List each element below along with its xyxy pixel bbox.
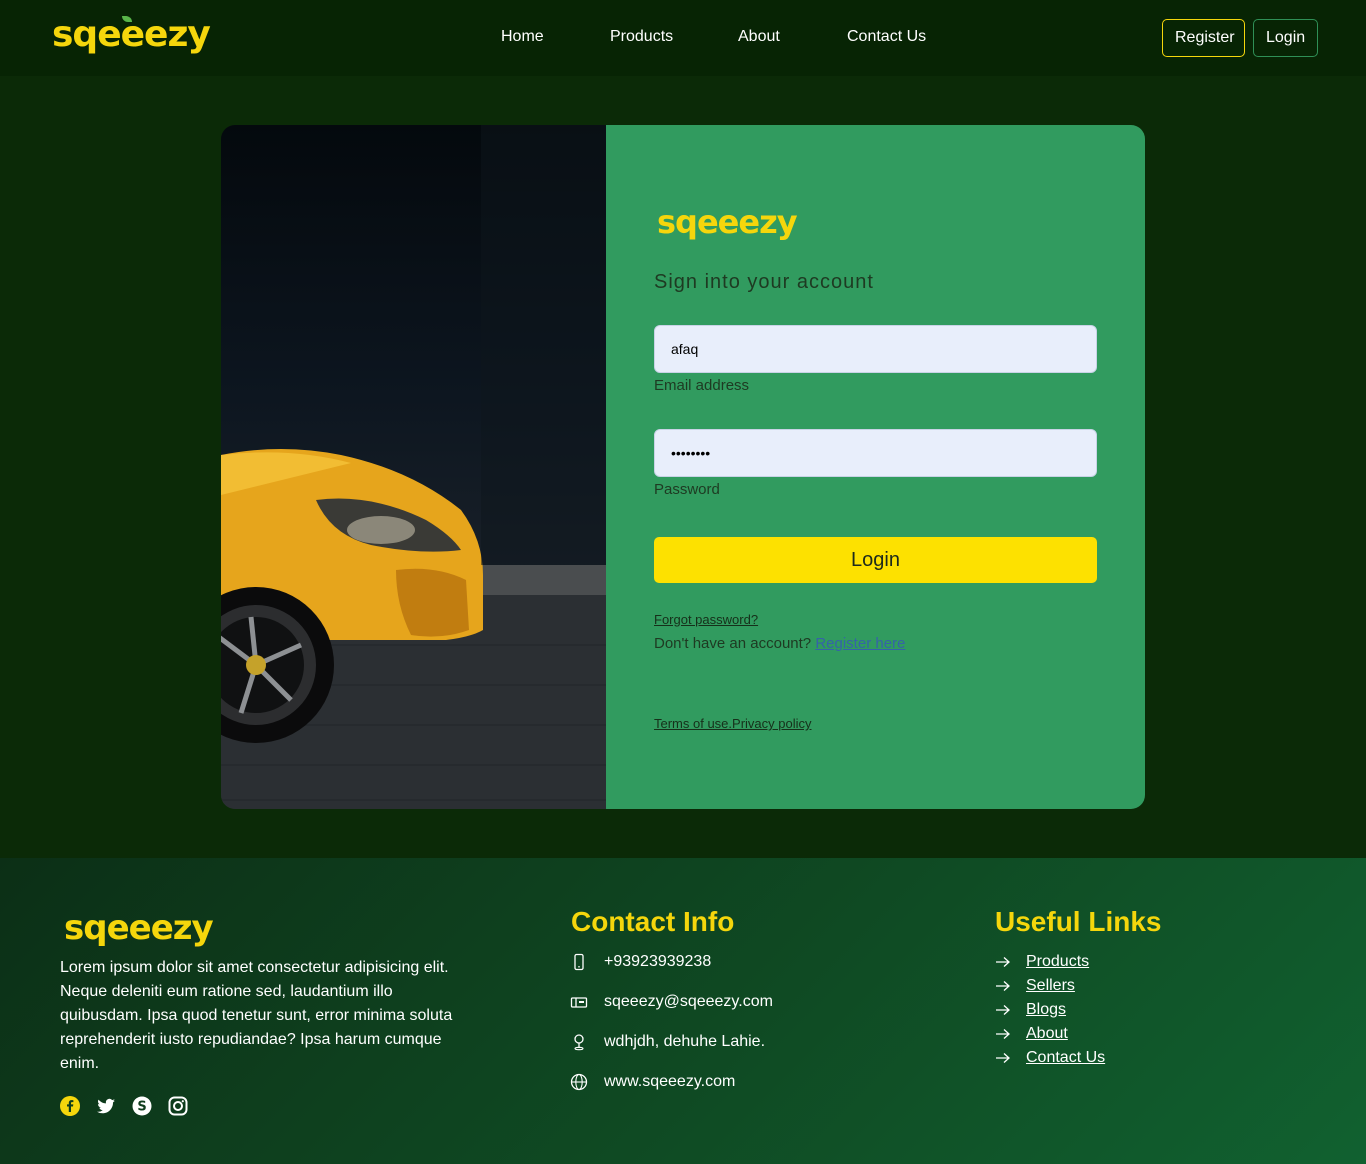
forgot-password-link[interactable]: Forgot password? (654, 612, 758, 627)
footer-link-sellers[interactable]: Sellers (995, 976, 1075, 996)
car-illustration (221, 125, 606, 809)
contact-email: sqeeezy@sqeeezy.com (570, 992, 773, 1012)
phone-icon (574, 953, 584, 971)
register-here-link[interactable]: Register here (815, 635, 905, 652)
footer-link-blogs[interactable]: Blogs (995, 1000, 1066, 1020)
contact-address-text: wdhjdh, dehuhe Lahie. (604, 1033, 766, 1050)
globe-icon (570, 1073, 588, 1091)
skype-icon[interactable]: S (132, 1096, 152, 1116)
login-card: sqeeezy Sign into your account Email add… (221, 125, 1145, 809)
contact-website-text: www.sqeeezy.com (604, 1073, 736, 1090)
form-logo: sqeeezy (657, 203, 798, 241)
footer-link-about[interactable]: About (995, 1024, 1068, 1044)
nav-link-home[interactable]: Home (501, 28, 544, 46)
arrow-right-icon (996, 981, 1010, 991)
login-nav-button[interactable]: Login (1253, 19, 1318, 57)
nav-link-contact[interactable]: Contact Us (847, 28, 926, 46)
arrow-right-icon (996, 1053, 1010, 1063)
password-label: Password (654, 481, 720, 498)
useful-links-heading: Useful Links (995, 906, 1162, 937)
footer-link-label[interactable]: Sellers (1026, 977, 1075, 995)
login-submit-button[interactable]: Login (654, 537, 1097, 583)
footer-link-contact[interactable]: Contact Us (995, 1048, 1105, 1068)
arrow-right-icon (996, 1005, 1010, 1015)
facebook-icon[interactable] (60, 1096, 80, 1116)
contact-phone: +93923939238 (570, 952, 711, 972)
no-account-text: Don't have an account? Register here (654, 635, 905, 652)
footer-link-label[interactable]: Blogs (1026, 1001, 1066, 1019)
footer-link-products[interactable]: Products (995, 952, 1089, 972)
car-image (221, 125, 606, 809)
footer-link-label[interactable]: About (1026, 1025, 1068, 1043)
terms-privacy-link[interactable]: Terms of use.Privacy policy (654, 716, 812, 731)
register-button[interactable]: Register (1162, 19, 1245, 57)
twitter-icon[interactable] (96, 1096, 116, 1116)
contact-website: www.sqeeezy.com (570, 1072, 735, 1092)
contact-phone-text: +93923939238 (604, 953, 712, 970)
arrow-right-icon (996, 957, 1010, 967)
no-account-label: Don't have an account? (654, 635, 812, 652)
location-pin-icon (574, 1034, 584, 1051)
contact-address: wdhjdh, dehuhe Lahie. (570, 1032, 765, 1052)
footer-link-label[interactable]: Products (1026, 953, 1089, 971)
footer-logo: sqeeezy (64, 908, 214, 948)
mailbox-icon (570, 997, 588, 1008)
footer-about-text: Lorem ipsum dolor sit amet consectetur a… (60, 959, 453, 1072)
contact-heading: Contact Info (571, 906, 735, 937)
navbar: sqeeezy Home Products About Contact Us R… (0, 0, 1366, 76)
email-label: Email address (654, 377, 750, 394)
contact-email-text: sqeeezy@sqeeezy.com (604, 993, 773, 1010)
form-title: Sign into your account (654, 271, 874, 293)
svg-text:S: S (137, 1100, 146, 1115)
nav-link-products[interactable]: Products (610, 28, 673, 46)
login-form: sqeeezy Sign into your account Email add… (606, 125, 1145, 809)
instagram-icon[interactable] (168, 1096, 188, 1116)
email-field[interactable] (654, 325, 1097, 373)
nav-link-about[interactable]: About (738, 28, 780, 46)
footer-link-label[interactable]: Contact Us (1026, 1049, 1105, 1067)
arrow-right-icon (996, 1029, 1010, 1039)
password-field[interactable] (654, 429, 1097, 477)
footer: sqeeezy Lorem ipsum dolor sit amet conse… (0, 858, 1366, 1164)
